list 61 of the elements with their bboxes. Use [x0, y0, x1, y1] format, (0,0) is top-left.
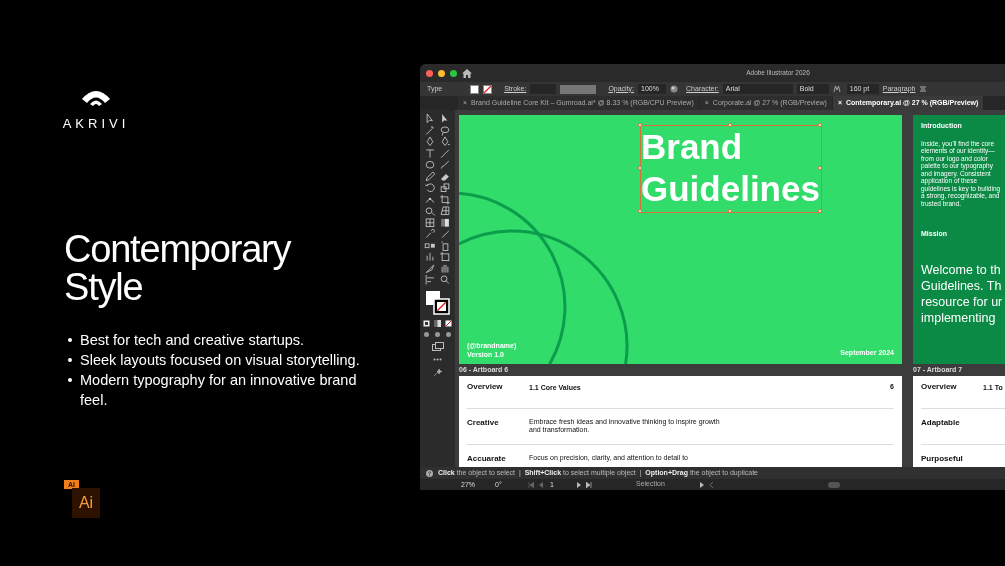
crop-icon[interactable]	[439, 193, 451, 205]
screen-mode-icon[interactable]	[431, 341, 444, 351]
pen-icon[interactable]	[439, 136, 451, 148]
sparkle-icon[interactable]	[433, 367, 442, 377]
fill-stroke-drawing[interactable]	[424, 289, 451, 316]
scale-icon[interactable]	[439, 182, 451, 194]
bullet-dot	[68, 377, 72, 382]
pen-icon[interactable]	[424, 136, 436, 148]
knife-icon[interactable]	[424, 262, 436, 274]
last-page-icon[interactable]	[586, 481, 592, 488]
bullet-text: Best for tech and creative startups.	[80, 330, 305, 350]
artboard-title: Brand Guidelines	[640, 125, 822, 213]
globe-icon[interactable]	[670, 85, 679, 93]
stroke-swatch-icon[interactable]	[483, 84, 493, 94]
home-icon[interactable]	[462, 68, 472, 78]
play-icon[interactable]	[700, 481, 705, 488]
previous-page-icon[interactable]	[538, 481, 543, 488]
value-name: Purposeful	[921, 454, 964, 465]
brand-wordmark: AKRIVI	[62, 115, 130, 133]
help-icon[interactable]	[426, 469, 433, 477]
bullet-text: Sleek layouts focused on visual storytelling.	[80, 350, 360, 370]
rotate-icon[interactable]	[424, 182, 436, 194]
headline: Contemporary Style	[64, 229, 292, 306]
value-name: Adaptable	[921, 418, 961, 429]
bullet-text: Modern typography for an innovative brand feel.	[80, 370, 358, 410]
ellipse-icon[interactable]	[424, 159, 436, 171]
gradient-mode-icon[interactable]	[434, 319, 441, 327]
grid-icon[interactable]	[439, 205, 451, 217]
mission-text: Welcome to th Guidelines. Th resource for ur implementing	[921, 261, 1004, 326]
section-heading: Overview	[467, 382, 504, 392]
section-heading: Overview	[921, 382, 958, 392]
first-page-icon[interactable]	[528, 481, 534, 488]
hand-icon[interactable]	[439, 262, 451, 274]
pencil-icon[interactable]	[424, 170, 436, 182]
bar-chart-icon[interactable]	[424, 251, 436, 263]
brush-icon[interactable]	[439, 159, 451, 171]
value-name: Accuarate	[467, 454, 507, 465]
align-icon[interactable]	[919, 85, 928, 93]
none-mode-icon[interactable]	[445, 319, 452, 327]
next-page-icon[interactable]	[577, 481, 582, 488]
bullet-dot	[68, 357, 72, 362]
wand-icon[interactable]	[424, 124, 436, 136]
fill-swatch-icon[interactable]	[470, 84, 480, 94]
gradient-icon[interactable]	[439, 216, 451, 228]
more-icon[interactable]	[433, 357, 442, 361]
lasso-icon[interactable]	[439, 124, 451, 136]
scroll-thumb[interactable]	[828, 481, 840, 488]
opacity-preview	[560, 84, 597, 94]
type-icon[interactable]	[424, 147, 436, 159]
value-name: Creative	[467, 418, 500, 429]
mesh-icon[interactable]	[424, 216, 436, 228]
font-size-icon	[832, 85, 843, 93]
fill-mode-icon[interactable]	[423, 319, 430, 327]
bullet-dot	[68, 337, 72, 342]
pointer-icon[interactable]	[424, 113, 436, 125]
artboard-icon[interactable]	[439, 251, 451, 263]
align-icon[interactable]	[424, 274, 436, 286]
line-icon[interactable]	[439, 147, 451, 159]
search-icon[interactable]	[439, 274, 451, 286]
eyedropper-icon[interactable]	[424, 228, 436, 240]
eyedropper-icon[interactable]	[439, 228, 451, 240]
